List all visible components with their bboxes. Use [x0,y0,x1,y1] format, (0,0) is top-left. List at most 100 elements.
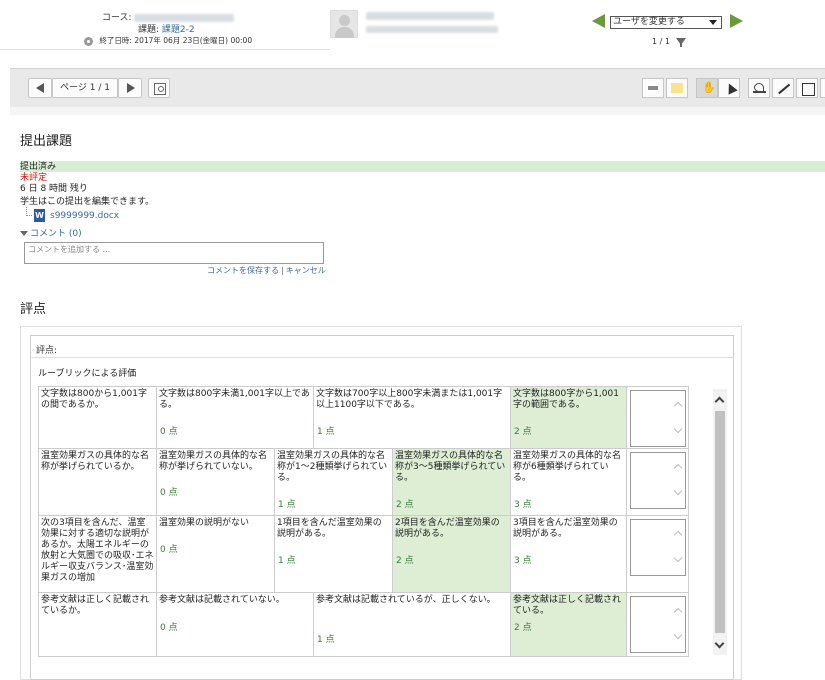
course-name-redacted[interactable] [134,13,235,22]
edit-note: 学生はこの提出を編集できます。 [20,197,155,207]
assignment-info: コース: 課題: 課題2-2 終了日時: 2017年 06月 23日(金曜日) … [0,0,330,50]
submission-heading: 提出課題 [20,134,73,149]
scroll-down-icon[interactable] [714,638,725,649]
level-score: 0 点 [160,545,178,555]
level-definition: 文字数は800字から1,001字の範囲である。 [513,389,619,410]
level-score: 1 点 [317,635,335,645]
level-definition: 温室効果の説明がない [159,518,250,528]
criterion-description: 温室効果ガスの具体的な名称が挙げられているか。 [38,448,157,516]
word-document-icon: W [34,209,45,222]
comments-toggle-label: コメント (0) [30,229,82,239]
rubric-level-selected[interactable]: 参考文献は正しく記載されている。 2 点 [510,592,628,657]
previous-page-button[interactable] [28,78,52,98]
level-definition: 温室効果ガスの具体的な名称が6種類挙げられている。 [513,451,622,483]
search-comments-button[interactable] [148,78,170,98]
due-label: 終了日時: [99,36,132,45]
level-score: 0 点 [160,488,178,498]
rubric-row: 温室効果ガスの具体的な名称が挙げられているか。 温室効果ガスの具体的な名称が挙げ… [38,448,690,516]
remark-textarea[interactable] [630,596,687,653]
submitted-file-link[interactable]: s9999999.docx [50,211,119,221]
rubric-level[interactable]: 文字数は700字以上800字未満または1,001字以上1100字以下である。 1… [313,386,512,449]
select-tool-icon[interactable] [718,78,740,98]
comment-input[interactable]: コメントを追加する ... [24,242,324,264]
rubric-level[interactable]: 温室効果ガスの具体的な名称が1～2種類挙げられている。 1 点 [273,448,394,516]
course-label: コース: [102,13,132,23]
level-definition: 温室効果ガスの具体的な名称が1～2種類挙げられている。 [277,451,388,483]
scroll-down-icon [673,424,683,434]
rubric-level[interactable]: 温室効果ガスの具体的な名称が6種類挙げられている。 3 点 [510,448,628,516]
comment-tool-icon[interactable] [642,78,664,98]
comments-toggle[interactable]: コメント (0) [20,226,82,239]
rubric-level-selected[interactable]: 文字数は800字から1,001字の範囲である。 2 点 [510,386,628,449]
level-definition: 温室効果ガスの具体的な名称が3～5種類挙げられている。 [395,451,506,483]
rubric-level[interactable]: 温室効果の説明がない 0 点 [156,515,275,593]
scroll-up-icon [673,463,683,473]
time-remaining: 6 日 8 時間 残り [20,184,88,194]
pan-tool-icon[interactable] [696,78,718,98]
rubric-level[interactable]: 文字数は800字未満1,001字以上である。 0 点 [155,386,315,449]
assignment-link[interactable]: 課題2-2 [162,25,195,35]
level-definition: 参考文献は記載されていない。 [159,595,285,605]
change-user-select[interactable]: ユーザを変更する [610,16,722,29]
user-pager-count: 1 / 1 [652,37,670,46]
scroll-up-icon [673,607,683,617]
remark-textarea[interactable] [630,519,687,576]
rubric-level[interactable]: 3項目を含んだ温室効果の説明がある。 3 点 [510,515,628,593]
scroll-up-icon[interactable] [714,396,725,407]
rubric-level[interactable]: 参考文献は記載されていない。 0 点 [155,592,315,657]
comment-actions: コメントを保存する | キャンセル [207,265,326,276]
grading-status: 未評定 [20,173,48,183]
filter-icon[interactable] [675,38,686,47]
remark-cell [626,515,690,593]
level-definition: 文字数は700字以上800字未満または1,001字以上1100字以下である。 [316,389,503,410]
save-comment-link[interactable]: コメントを保存する [207,266,279,275]
grade-label: 評点: [36,346,58,356]
tree-branch [26,207,32,216]
user-name-redacted[interactable] [366,12,494,20]
level-score: 0 点 [160,623,178,633]
rubric-table: 文字数は800から1,001字の間であるか。 文字数は800字未満1,001字以… [38,386,690,657]
rubric-level-selected[interactable]: 温室効果ガスの具体的な名称が3～5種類挙げられている。 2 点 [392,448,512,516]
level-score: 2 点 [514,623,532,633]
level-definition: 3項目を含んだ温室効果の説明がある。 [513,518,618,539]
scroll-up-icon [673,401,683,411]
oval-tool-icon[interactable] [820,78,825,98]
pen-tool-icon[interactable] [748,78,770,98]
cancel-link[interactable]: キャンセル [286,266,326,275]
next-page-button[interactable] [118,78,142,98]
line-tool-icon[interactable] [772,78,794,98]
submission-status-bar [20,161,825,172]
level-definition: 1項目を含んだ温室効果の説明がある。 [277,518,382,539]
level-score: 3 点 [514,556,532,566]
remark-textarea[interactable] [630,390,687,447]
next-user-arrow-icon[interactable] [730,14,743,28]
remark-cell [626,592,690,657]
rubric-scrollbar[interactable] [713,389,727,655]
rubric-level[interactable]: 1項目を含んだ温室効果の説明がある。 1 点 [273,515,394,593]
page-select[interactable]: ページ 1 / 1 [52,78,118,98]
criterion-description: 参考文献は正しく記載されているか。 [38,592,157,657]
previous-user-arrow-icon[interactable] [592,14,605,28]
level-score: 2 点 [396,500,414,510]
due-value: 2017年 06月 23日(金曜日) 00:00 [134,36,253,45]
remark-textarea[interactable] [630,452,687,509]
scrollbar-thumb[interactable] [715,411,725,633]
scroll-down-icon [673,486,683,496]
rubric-level[interactable]: 温室効果ガスの具体的な名称が挙げられていない。 0 点 [156,448,275,516]
remark-cell [626,386,690,449]
level-score: 2 点 [514,427,532,437]
user-email-redacted [366,26,498,33]
level-score: 2 点 [396,556,414,566]
comment-color-icon[interactable] [666,78,688,98]
rubric-level-selected[interactable]: 2項目を含んだ温室効果の説明がある。 2 点 [392,515,512,593]
rectangle-tool-icon[interactable] [796,78,818,98]
level-score: 0 点 [160,427,178,437]
user-avatar [330,10,358,38]
assignment-label: 課題: [138,25,160,35]
level-definition: 参考文献は正しく記載されている。 [513,595,622,616]
rubric-row: 文字数は800から1,001字の間であるか。 文字数は800字未満1,001字以… [38,386,690,449]
scroll-down-icon [673,630,683,640]
rubric-level[interactable]: 参考文献は記載されているが、正しくない。 1 点 [313,592,512,657]
scroll-up-icon [673,530,683,540]
grade-heading: 評点 [20,302,47,317]
